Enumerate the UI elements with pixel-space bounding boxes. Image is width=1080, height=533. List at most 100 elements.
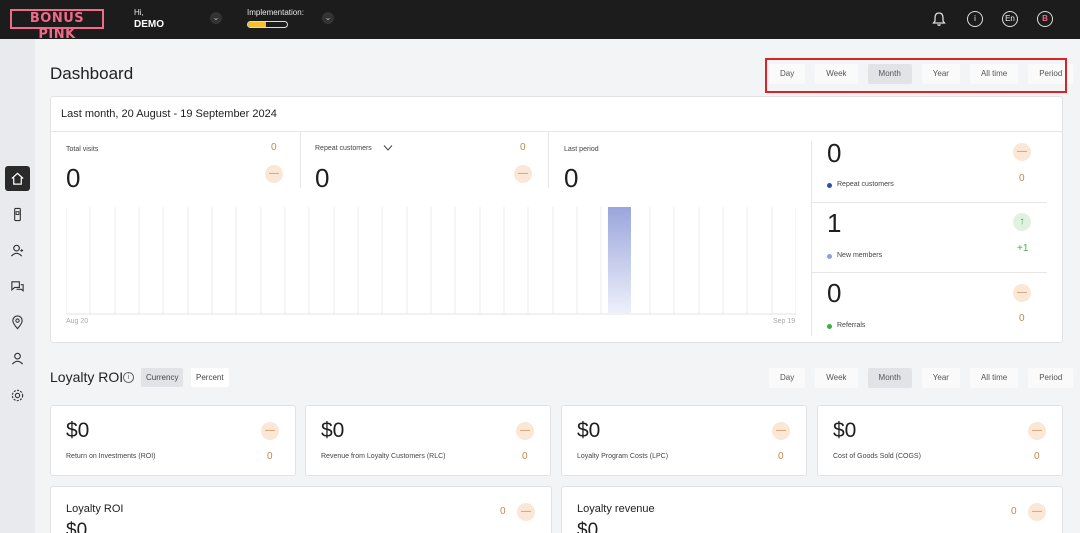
rlc-card: $0 Revenue from Loyalty Customers (RLC) … xyxy=(305,405,551,476)
roi-period-tabs: Day Week Month Year All time Period xyxy=(769,368,1074,388)
no-change-dash-icon: — xyxy=(1013,143,1031,161)
cogs-card: $0 Cost of Goods Sold (COGS) — 0 xyxy=(817,405,1063,476)
toggle-currency[interactable]: Currency xyxy=(141,368,184,387)
page-title: Dashboard xyxy=(50,64,134,83)
side-stat-delta: +1 xyxy=(1017,243,1029,254)
roi-card-label: Return on Investments (ROI) xyxy=(66,453,156,460)
top-bar: BONUS PINK Hi, DEMO ⌄ Implementation: ⌄ … xyxy=(0,0,1080,42)
tab-month[interactable]: Month xyxy=(867,368,912,388)
sidebar-item-profile[interactable] xyxy=(5,346,30,371)
roi-card-label: Revenue from Loyalty Customers (RLC) xyxy=(321,453,446,460)
logo[interactable]: BONUS PINK xyxy=(10,9,104,42)
sidebar-item-locations[interactable] xyxy=(5,310,30,335)
no-change-dash-icon: — xyxy=(265,165,283,183)
section-title: Loyalty ROI xyxy=(50,369,124,385)
roi-card-delta: 0 xyxy=(1034,451,1040,462)
visits-chart xyxy=(66,207,796,315)
repeat-customers-delta: 0 xyxy=(520,142,526,153)
card-value: $0 xyxy=(66,520,88,533)
legend-dot xyxy=(827,324,832,329)
x-axis-end-label: Sep 19 xyxy=(773,318,796,325)
loyalty-revenue-chart-card: Loyalty revenue 0 — $0 xyxy=(561,486,1063,533)
sidebar-item-home[interactable] xyxy=(5,166,30,191)
language-switcher[interactable]: En xyxy=(1002,11,1018,27)
side-stat-delta: 0 xyxy=(1019,173,1025,184)
chevron-down-icon[interactable] xyxy=(383,144,393,152)
roi-card-value: $0 xyxy=(577,419,601,442)
card-delta: 0 xyxy=(500,506,506,517)
roi-card-value: $0 xyxy=(66,419,90,442)
notifications-bell-icon[interactable] xyxy=(931,11,947,27)
sidebar-item-customers[interactable] xyxy=(5,238,30,263)
no-change-dash-icon: — xyxy=(261,422,279,440)
arrow-up-icon: ↑ xyxy=(1013,213,1031,231)
loyalty-roi-chart-card: Loyalty ROI 0 — $0 xyxy=(50,486,552,533)
divider xyxy=(812,272,1047,273)
user-name[interactable]: DEMO xyxy=(134,19,164,30)
info-icon[interactable]: i xyxy=(123,372,134,383)
side-stat-delta: 0 xyxy=(1019,313,1025,324)
side-stat-value: 0 xyxy=(827,138,842,168)
sidebar-item-cards[interactable] xyxy=(5,202,30,227)
side-stat-label: Repeat customers xyxy=(837,181,894,188)
tab-day[interactable]: Day xyxy=(769,368,806,388)
roi-card-value: $0 xyxy=(833,419,857,442)
no-change-dash-icon: — xyxy=(772,422,790,440)
legend-dot xyxy=(827,183,832,188)
side-stat-label: Referrals xyxy=(837,322,866,329)
side-stat-label: New members xyxy=(837,252,883,259)
repeat-customers-label[interactable]: Repeat customers xyxy=(315,145,372,152)
toggle-percent[interactable]: Percent xyxy=(191,368,229,387)
sidebar-item-messages[interactable] xyxy=(5,274,30,299)
home-icon xyxy=(11,172,24,185)
customers-icon xyxy=(10,244,24,257)
tab-week[interactable]: Week xyxy=(815,368,858,388)
implementation-progress xyxy=(247,21,288,28)
date-range-title: Last month, 20 August - 19 September 202… xyxy=(61,108,277,120)
legend-dot xyxy=(827,254,832,259)
card-title: Loyalty ROI xyxy=(66,503,124,515)
divider xyxy=(548,132,549,188)
greeting: Hi, xyxy=(134,8,144,17)
card-value: $0 xyxy=(577,520,599,533)
side-stat-value: 0 xyxy=(827,278,842,308)
sidebar-item-settings[interactable] xyxy=(5,383,30,408)
chart-bar xyxy=(608,207,631,313)
user-icon xyxy=(11,352,24,365)
user-chevron-down-icon[interactable]: ⌄ xyxy=(210,12,222,24)
last-period-label: Last period xyxy=(564,146,599,153)
total-visits-value: 0 xyxy=(66,163,81,193)
gear-icon xyxy=(11,389,24,402)
repeat-customers-value: 0 xyxy=(315,163,330,193)
implementation-label: Implementation: xyxy=(247,8,304,17)
no-change-dash-icon: — xyxy=(514,165,532,183)
roi-card-value: $0 xyxy=(321,419,345,442)
lpc-card: $0 Loyalty Program Costs (LPC) — 0 xyxy=(561,405,807,476)
avatar[interactable]: B xyxy=(1037,11,1053,27)
mobile-card-icon xyxy=(14,207,21,222)
last-period-value: 0 xyxy=(564,163,579,193)
location-pin-icon xyxy=(12,315,23,330)
divider xyxy=(300,132,301,188)
total-visits-delta: 0 xyxy=(271,142,277,153)
implementation-chevron-down-icon[interactable]: ⌄ xyxy=(322,12,334,24)
roi-card-label: Cost of Goods Sold (COGS) xyxy=(833,453,921,460)
highlight-box xyxy=(765,58,1067,93)
messages-icon xyxy=(11,281,24,292)
roi-card: $0 Return on Investments (ROI) — 0 xyxy=(50,405,296,476)
tab-year[interactable]: Year xyxy=(921,368,960,388)
roi-card-label: Loyalty Program Costs (LPC) xyxy=(577,453,669,460)
roi-card-delta: 0 xyxy=(522,451,528,462)
divider xyxy=(811,141,812,336)
card-delta: 0 xyxy=(1011,506,1017,517)
tab-period[interactable]: Period xyxy=(1028,368,1074,388)
info-icon[interactable]: i xyxy=(967,11,983,27)
tab-all-time[interactable]: All time xyxy=(969,368,1019,388)
x-axis-start-label: Aug 20 xyxy=(66,318,89,325)
divider xyxy=(51,131,1062,132)
no-change-dash-icon: — xyxy=(517,503,535,521)
roi-card-delta: 0 xyxy=(267,451,273,462)
side-stat-value: 1 xyxy=(827,208,842,238)
sidebar xyxy=(0,39,35,533)
no-change-dash-icon: — xyxy=(1028,422,1046,440)
